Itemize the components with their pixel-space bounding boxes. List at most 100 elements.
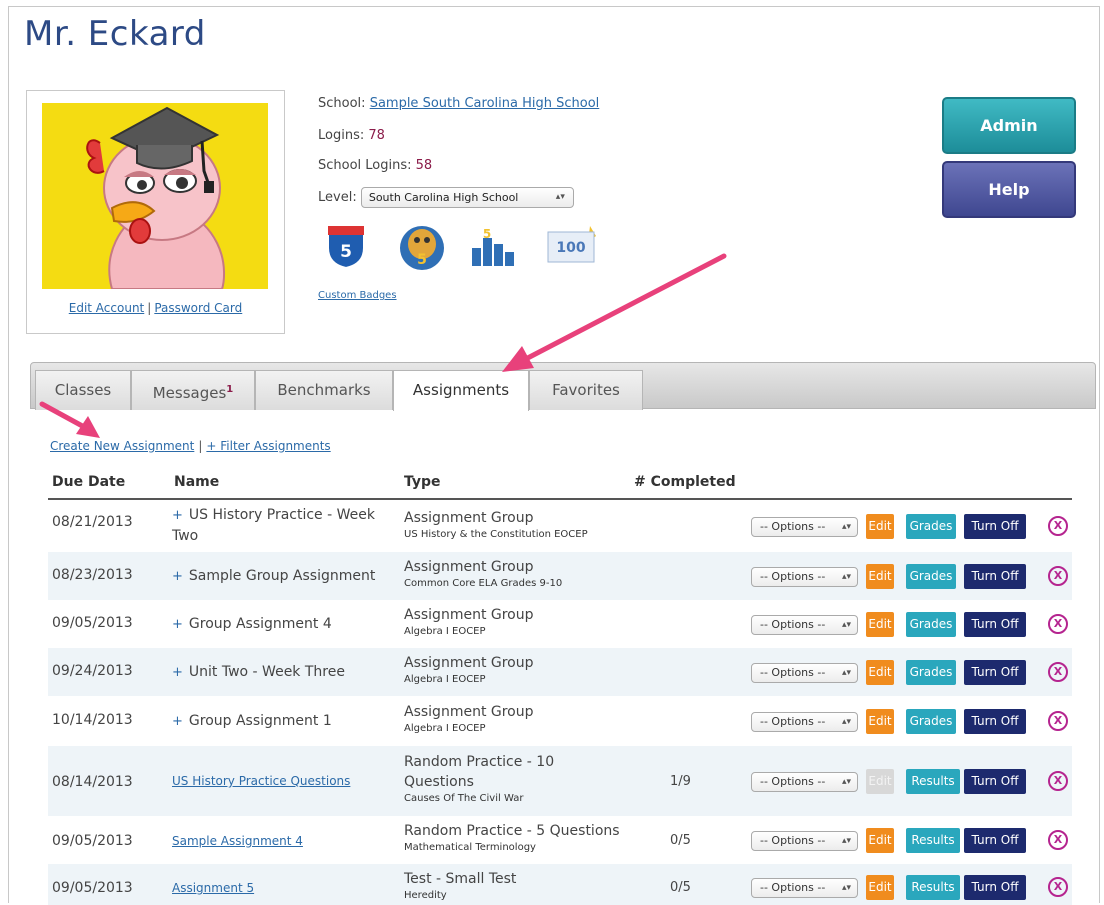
tab-bar: Classes Messages1 Benchmarks Assignments…	[30, 362, 1096, 411]
edit-button[interactable]: Edit	[866, 564, 894, 589]
assignment-link[interactable]: Sample Assignment 4	[172, 834, 303, 848]
assignment-actions: Create New Assignment | + Filter Assignmen…	[50, 439, 331, 453]
account-links: Edit Account | Password Card	[27, 301, 284, 315]
delete-icon[interactable]: X	[1048, 830, 1068, 850]
custom-badges-link[interactable]: Custom Badges	[318, 290, 397, 301]
create-assignment-link[interactable]: Create New Assignment	[50, 439, 194, 453]
tab-messages[interactable]: Messages1	[131, 370, 255, 410]
turn-off-button[interactable]: Turn Off	[964, 564, 1026, 589]
admin-button[interactable]: Admin	[942, 97, 1076, 154]
level-select-value: South Carolina High School	[368, 191, 519, 204]
tab-assignments-label: Assignments	[412, 381, 510, 399]
level-row: Level: South Carolina High School ▴▾	[318, 187, 574, 208]
grades-button[interactable]: Grades	[906, 564, 956, 589]
assignment-name[interactable]: + Sample Group Assignment	[172, 566, 382, 587]
assignment-name[interactable]: Sample Assignment 4	[172, 831, 382, 851]
interstate-badge-icon[interactable]: 5	[324, 222, 368, 274]
assignment-name[interactable]: US History Practice Questions	[172, 771, 382, 791]
options-select[interactable]: -- Options -- ▴▾	[751, 831, 858, 851]
expand-icon[interactable]: +	[172, 714, 183, 729]
school-link[interactable]: Sample South Carolina High School	[370, 96, 600, 111]
options-label: -- Options --	[760, 834, 826, 847]
grades-button[interactable]: Grades	[906, 612, 956, 637]
options-select[interactable]: -- Options -- ▴▾	[751, 567, 858, 587]
select-arrows-icon: ▴▾	[841, 620, 851, 630]
delete-icon[interactable]: X	[1048, 516, 1068, 536]
assignment-name[interactable]: + US History Practice - Week Two	[172, 505, 382, 546]
turn-off-button[interactable]: Turn Off	[964, 769, 1026, 794]
options-select[interactable]: -- Options -- ▴▾	[751, 878, 858, 898]
delete-icon[interactable]: X	[1048, 614, 1068, 634]
due-date: 09/05/2013	[52, 615, 133, 631]
delete-icon[interactable]: X	[1048, 662, 1068, 682]
tab-classes-label: Classes	[54, 381, 112, 399]
assignment-name[interactable]: + Group Assignment 1	[172, 711, 382, 732]
turn-off-button[interactable]: Turn Off	[964, 612, 1026, 637]
turn-off-button[interactable]: Turn Off	[964, 828, 1026, 853]
edit-button[interactable]: Edit	[866, 660, 894, 685]
table-row: 10/14/2013 + Group Assignment 1 Assignmen…	[48, 696, 1072, 746]
edit-button[interactable]: Edit	[866, 612, 894, 637]
grades-button[interactable]: Grades	[906, 514, 956, 539]
help-button[interactable]: Help	[942, 161, 1076, 218]
edit-account-link[interactable]: Edit Account	[69, 301, 145, 315]
grades-button[interactable]: Grades	[906, 660, 956, 685]
assignment-link[interactable]: Assignment 5	[172, 881, 254, 895]
assignment-type: Random Practice - 10 Questions Causes Of T…	[404, 752, 634, 806]
delete-icon[interactable]: X	[1048, 877, 1068, 897]
options-select[interactable]: -- Options -- ▴▾	[751, 517, 858, 537]
assignment-name[interactable]: + Group Assignment 4	[172, 614, 382, 635]
tab-assignments[interactable]: Assignments	[393, 370, 529, 411]
delete-icon[interactable]: X	[1048, 566, 1068, 586]
school-logins-row: School Logins: 58	[318, 158, 432, 173]
edit-button[interactable]: Edit	[866, 709, 894, 734]
assignment-name-text: Sample Group Assignment	[188, 568, 376, 584]
options-select[interactable]: -- Options -- ▴▾	[751, 772, 858, 792]
expand-icon[interactable]: +	[172, 569, 183, 584]
tab-benchmarks[interactable]: Benchmarks	[255, 370, 393, 410]
tab-messages-label: Messages	[152, 384, 227, 402]
results-button[interactable]: Results	[906, 875, 960, 900]
options-select[interactable]: -- Options -- ▴▾	[751, 712, 858, 732]
expand-icon[interactable]: +	[172, 617, 183, 632]
options-select[interactable]: -- Options -- ▴▾	[751, 663, 858, 683]
assignment-link[interactable]: US History Practice Questions	[172, 774, 350, 788]
delete-icon[interactable]: X	[1048, 711, 1068, 731]
page-title: Mr. Eckard	[24, 14, 206, 54]
turn-off-button[interactable]: Turn Off	[964, 660, 1026, 685]
edit-button[interactable]: Edit	[866, 828, 894, 853]
turn-off-button[interactable]: Turn Off	[964, 875, 1026, 900]
grades-button[interactable]: Grades	[906, 709, 956, 734]
assignment-name[interactable]: + Unit Two - Week Three	[172, 662, 382, 683]
edit-button[interactable]: Edit	[866, 514, 894, 539]
options-select[interactable]: -- Options -- ▴▾	[751, 615, 858, 635]
edit-button[interactable]: Edit	[866, 875, 894, 900]
messages-count-badge: 1	[226, 384, 234, 395]
expand-icon[interactable]: +	[172, 665, 183, 680]
turn-off-button[interactable]: Turn Off	[964, 709, 1026, 734]
completed-count: 0/5	[670, 833, 691, 848]
results-button[interactable]: Results	[906, 828, 960, 853]
filter-assignments-link[interactable]: + Filter Assignments	[206, 439, 330, 453]
results-button[interactable]: Results	[906, 769, 960, 794]
completions-badge-icon[interactable]: 100	[544, 222, 604, 272]
options-label: -- Options --	[760, 618, 826, 631]
assignment-name-text: Unit Two - Week Three	[188, 664, 345, 680]
level-select[interactable]: South Carolina High School ▴▾	[360, 187, 574, 208]
subject-label: Mathematical Terminology	[404, 842, 536, 853]
password-card-link[interactable]: Password Card	[154, 301, 242, 315]
assignment-name[interactable]: Assignment 5	[172, 878, 382, 898]
school-row: School: Sample South Carolina High Schoo…	[318, 96, 599, 111]
select-arrows-icon: ▴▾	[841, 777, 851, 787]
svg-text:5: 5	[417, 252, 427, 268]
tab-classes[interactable]: Classes	[35, 370, 131, 410]
mascot-badge-icon[interactable]: 5	[398, 222, 446, 276]
subject-label: Algebra I EOCEP	[404, 674, 486, 685]
delete-icon[interactable]: X	[1048, 771, 1068, 791]
turn-off-button[interactable]: Turn Off	[964, 514, 1026, 539]
benchmarks-badge-icon[interactable]: 5	[468, 226, 516, 272]
expand-icon[interactable]: +	[172, 508, 183, 523]
tab-favorites[interactable]: Favorites	[529, 370, 643, 410]
subject-label: Heredity	[404, 890, 447, 901]
tab-benchmarks-label: Benchmarks	[277, 381, 371, 399]
